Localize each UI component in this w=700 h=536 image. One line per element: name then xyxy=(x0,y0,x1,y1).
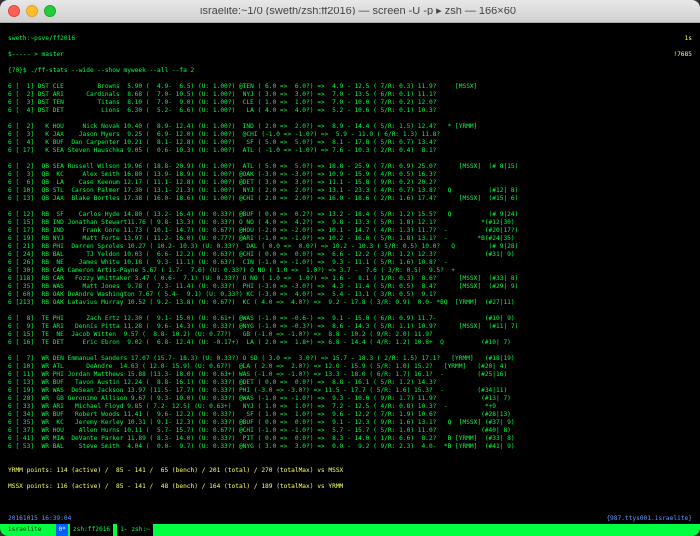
stat-row: 6 [ 6] QB LA Case Keenum 12.17 ( 11.1- 1… xyxy=(8,179,692,187)
stat-row: 6 [ 3] DST TEN Titans 8.10 ( 7.0- 9.0) (… xyxy=(8,99,692,107)
status-host: israelite xyxy=(8,524,42,536)
stat-row: 6 [ 11] WR PHI Jordan Matthews 15.88 (13… xyxy=(8,371,692,379)
prompt-branch: $----- > master xyxy=(8,51,64,59)
stat-row: 6 [ 28] WR GB Geronimo Allison 9.67 ( 9.… xyxy=(8,395,692,403)
stat-row: 6 [ 17] RB IND Frank Gore 11.73 ( 10.1- … xyxy=(8,227,692,235)
stat-row: 6 [ 4] DST DET Lions 6.30 ( 5.2- 6.6) (U… xyxy=(8,107,692,115)
stat-row: 6 [ 16] TE DET Eric Ebron 9.02 ( 6.8- 12… xyxy=(8,339,692,347)
output-body: 6 [ 1] DST CLE Browns 5.90 ( 4.9- 6.5) (… xyxy=(8,83,692,459)
stat-row: 6 [ 37] WR HOU Allen Hurns 10.11 ( 5.7- … xyxy=(8,427,692,435)
stat-row: 6 [ 33] WR ARI Michael Floyd 9.85 ( 7.2-… xyxy=(8,403,692,411)
zoom-icon[interactable] xyxy=(44,5,56,17)
stat-row: 6 [ 4] K BUF Dan Carpenter 10.21 ( 8.1- … xyxy=(8,139,692,147)
summary-line: YRMM points: 114 (active) / 85 - 141 / 6… xyxy=(8,467,692,475)
stat-row: 6 [ 35] RB WAS Matt Jones 9.78 ( 7.3- 11… xyxy=(8,283,692,291)
stat-row: 6 [ 13] QB JAX Blake Bortles 17.38 ( 16.… xyxy=(8,195,692,203)
stat-row: 6 [ 60] RB OAK DeAndre Washington 7.67 (… xyxy=(8,291,692,299)
stat-row: 6 [ 3] K JAX Jason Myers 9.25 ( 6.9- 12.… xyxy=(8,131,692,139)
tty-info: {987.ttys001.israelite} xyxy=(606,515,692,523)
timestamp: 20161015 16:39:04 xyxy=(8,515,71,523)
stat-row: 6 [ 19] RB NYJ Matt Forte 13.97 ( 11.2- … xyxy=(8,235,692,243)
stat-row: 6 [ 15] RB IND Jonathan Stewart11.76 ( 9… xyxy=(8,219,692,227)
prompt-timing: 1s xyxy=(685,35,692,43)
minimize-icon[interactable] xyxy=(26,5,38,17)
stat-row: 6 [213] RB OAK Latavius Murray 10.52 ( 9… xyxy=(8,299,692,307)
stat-row: 6 [ 2] K HOU Nick Novak 10.40 ( 8.9- 12.… xyxy=(8,123,692,131)
stat-row: 6 [ 53] WR BAL Steve Smith 4.04 ( 0.0- 9… xyxy=(8,443,692,451)
status-window-name[interactable]: 1- zsh:~ xyxy=(117,524,153,536)
prompt-history: !7685 xyxy=(673,51,692,59)
stat-row: 6 [ 10] QB STL Carson Palmer 17.30 ( 13.… xyxy=(8,187,692,195)
window-title: israelite:~1/0 (sweth/zsh:ff2016) — scre… xyxy=(64,7,692,15)
stat-row: 6 [ 19] WR WAS DeSean Jackson 13.97 (11.… xyxy=(8,387,692,395)
status-window-name[interactable]: zsh:ff2016 xyxy=(70,524,113,536)
stat-row: 6 [ 30] RB CAR Cameron Artis-Payne 5.67 … xyxy=(8,267,692,275)
stat-row: 6 [ 2] DST ARI Cardinals 8.68 ( 7.0- 10.… xyxy=(8,91,692,99)
titlebar[interactable]: israelite:~1/0 (sweth/zsh:ff2016) — scre… xyxy=(0,0,700,23)
command-line: {70}$ ./ff-stats --wide --show myweek --… xyxy=(8,67,692,75)
stat-row: 6 [ 41] WR MIA DeVante Parker 11.89 ( 8.… xyxy=(8,435,692,443)
terminal-content[interactable]: sweth:~psve/ff2016 1s $----- > master !768… xyxy=(0,23,700,529)
stat-row: 6 [ 17] K SEA Steven Hauschka 9.05 ( 0.6… xyxy=(8,147,692,155)
terminal-window: israelite:~1/0 (sweth/zsh:ff2016) — scre… xyxy=(0,0,700,536)
stat-row: 6 [ 34] WR BUF Robert Woods 11.41 ( 9.6-… xyxy=(8,411,692,419)
stat-row: 6 [ 10] WR ATL DeAndre 14.63 ( 12.0- 15.… xyxy=(8,363,692,371)
stat-row: 6 [ 21] RB PHI Darren Sproles 10.27 ( 10… xyxy=(8,243,692,251)
stat-row: 6 [118] RB CAR Fozzy Whittaker 3.47 ( 0.… xyxy=(8,275,692,283)
stat-row: 6 [ 7] WR DEN Emmanuel Sanders 17.07 (15… xyxy=(8,355,692,363)
stat-row: 6 [ 26] RB NE James White 10.18 ( 9.3- 1… xyxy=(8,259,692,267)
stat-row: 6 [ 15] TE NE Jacob Witten 9.57 ( 8.8- 1… xyxy=(8,331,692,339)
stat-row: 6 [ 35] WR KC Jeremy Kerley 10.31 ( 9.1-… xyxy=(8,419,692,427)
summary-line: MSSX points: 116 (active) / 85 - 141 / 4… xyxy=(8,483,692,491)
close-icon[interactable] xyxy=(8,5,20,17)
stat-row: 6 [ 12] RB SF Carlos Hyde 14.80 ( 13.2- … xyxy=(8,211,692,219)
stat-row: 6 [ 13] WR BUF Tavon Austin 12.24 ( 8.8-… xyxy=(8,379,692,387)
stat-row: 6 [ 2] QB SEA Russell Wilson 19.96 ( 18.… xyxy=(8,163,692,171)
stat-row: 6 [ 8] TE PHI Zach Ertz 12.30 ( 9.1- 15.… xyxy=(8,315,692,323)
stat-row: 6 [ 24] RB BAL TJ Yeldon 10.03 ( 6.6- 12… xyxy=(8,251,692,259)
stat-row: 6 [ 3] QB KC Alex Smith 16.80 ( 13.9- 18… xyxy=(8,171,692,179)
stat-row: 6 [ 1] DST CLE Browns 5.90 ( 4.9- 6.5) (… xyxy=(8,83,692,91)
prompt-path: sweth:~psve/ff2016 xyxy=(8,35,75,43)
stat-row: 6 [ 9] TE ARI Dennis Pitta 11.28 ( 9.6- … xyxy=(8,323,692,331)
status-active-window[interactable]: 0* xyxy=(56,524,67,536)
traffic-lights xyxy=(8,5,56,17)
screen-statusbar[interactable]: israelite 0* zsh:ff2016 1- zsh:~ xyxy=(0,524,700,536)
